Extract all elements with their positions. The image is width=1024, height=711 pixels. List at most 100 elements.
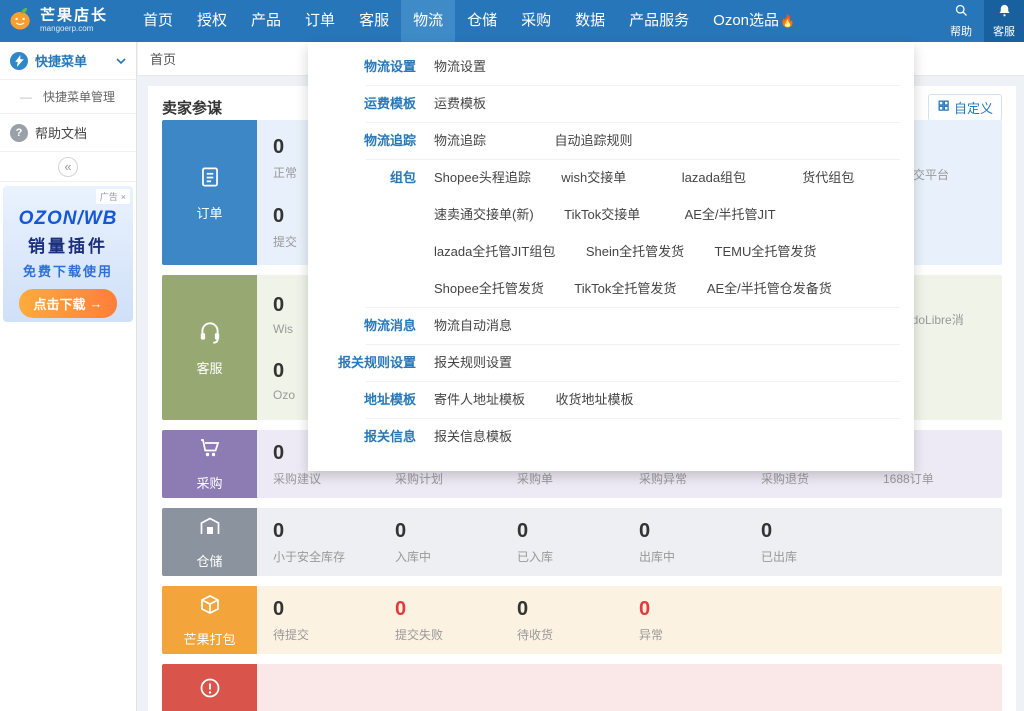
sidebar-item-quick-menu[interactable]: 快捷菜单 (0, 42, 136, 80)
stat-label: 采购异常 (639, 470, 761, 487)
stat-below-safety-stock[interactable]: 0 小于安全库存 (273, 520, 395, 576)
nav-orders[interactable]: 订单 (293, 0, 347, 42)
menu-item-lazada-fbl-jit-packing[interactable]: lazada全托管JIT组包 (434, 233, 555, 270)
ad-tagline: 免费下载使用 (3, 261, 133, 280)
menu-item-logistics-auto-messages[interactable]: 物流自动消息 (434, 307, 524, 344)
stat-outbound-in-progress[interactable]: 0 出库中 (639, 520, 761, 576)
customer-service-tile[interactable]: 客服 (162, 275, 257, 420)
menu-item-ae-warehouse-prep[interactable]: AE全/半托管仓发备货 (707, 270, 832, 307)
tile-label: 采购 (196, 473, 222, 492)
stat-inbound-done[interactable]: 0 已入库 (517, 520, 639, 576)
dropdown-category[interactable]: 报关信息 (308, 418, 434, 455)
nav-ozon-selection[interactable]: Ozon选品🔥 (701, 0, 807, 42)
breadcrumb-home[interactable]: 首页 (150, 49, 176, 68)
dropdown-section-customs-rules: 报关规则设置 报关规则设置 (308, 344, 914, 381)
nav-logistics[interactable]: 物流 (401, 0, 455, 42)
menu-item-logistics-settings[interactable]: 物流设置 (434, 48, 524, 85)
menu-item-auto-tracking-rules[interactable]: 自动追踪规则 (554, 122, 644, 159)
dropdown-category[interactable]: 地址模板 (308, 381, 434, 418)
logo-subtitle: mangoerp.com (40, 25, 108, 34)
stat-inbound-in-progress[interactable]: 0 入库中 (395, 520, 517, 576)
stat-label: 采购建议 (273, 470, 395, 487)
stat-label: 出库中 (639, 548, 761, 565)
nav-product-services[interactable]: 产品服务 (617, 0, 701, 42)
nav-products[interactable]: 产品 (239, 0, 293, 42)
dropdown-category[interactable]: 运费模板 (308, 85, 434, 122)
tile-label: 客服 (196, 358, 222, 377)
menu-item-logistics-tracking[interactable]: 物流追踪 (434, 122, 524, 159)
stat-value: 0 (273, 598, 395, 621)
warehouse-tile[interactable]: 仓储 (162, 508, 257, 576)
quick-menu-label: 快捷菜单 (35, 51, 87, 70)
menu-item-customs-rules-settings[interactable]: 报关规则设置 (434, 344, 524, 381)
service-button[interactable]: 客服 (984, 0, 1024, 42)
quick-menu-manage-label: 快捷菜单管理 (43, 88, 115, 105)
mango-packing-stats: 0 待提交 0 提交失败 0 待收货 0 异常 (257, 586, 761, 654)
stat-label-fragment: 交平台 (913, 166, 949, 183)
menu-item-shopee-first-leg-tracking[interactable]: Shopee头程追踪 (434, 159, 531, 196)
menu-item-tiktok-handover[interactable]: TikTok交接单 (564, 196, 654, 233)
ad-download-button[interactable]: 点击下载 → (19, 289, 116, 318)
dropdown-category[interactable]: 物流消息 (308, 307, 434, 344)
arrow-right-icon: → (90, 296, 103, 311)
stat-value: 0 (517, 598, 639, 621)
sidebar-item-help-docs[interactable]: ? 帮助文档 (0, 114, 136, 152)
dropdown-category[interactable]: 物流设置 (308, 48, 434, 85)
stat-label: 1688订单 (883, 470, 1002, 487)
help-button[interactable]: 帮助 (938, 0, 984, 42)
menu-item-receiver-address-template[interactable]: 收货地址模板 (555, 381, 645, 418)
stat-submit-failed[interactable]: 0 提交失败 (395, 598, 517, 654)
menu-item-aliexpress-handover-new[interactable]: 速卖通交接单(新) (434, 196, 534, 233)
menu-item-sender-address-template[interactable]: 寄件人地址模板 (434, 381, 525, 418)
menu-item-wish-handover[interactable]: wish交接单 (561, 159, 651, 196)
stat-label: 已出库 (761, 548, 883, 565)
dropdown-category[interactable]: 报关规则设置 (308, 344, 434, 381)
orders-tile[interactable]: 订单 (162, 120, 257, 265)
nav-warehouse[interactable]: 仓储 (455, 0, 509, 42)
nav-purchasing[interactable]: 采购 (509, 0, 563, 42)
dropdown-section-shipping-template: 运费模板 运费模板 (308, 85, 914, 122)
nav-customer-service[interactable]: 客服 (347, 0, 401, 42)
dropdown-section-tracking: 物流追踪 物流追踪 自动追踪规则 (308, 122, 914, 159)
stat-label: 采购单 (517, 470, 639, 487)
stat-value: 0 (395, 598, 517, 621)
menu-item-tiktok-fully-managed[interactable]: TikTok全托管发货 (574, 270, 676, 307)
stat-value: 0 (761, 520, 883, 543)
stat-pending-receipt[interactable]: 0 待收货 (517, 598, 639, 654)
order-icon (197, 164, 223, 195)
nav-data[interactable]: 数据 (563, 0, 617, 42)
stat-pending-submit[interactable]: 0 待提交 (273, 598, 395, 654)
search-icon (954, 3, 969, 21)
app-logo[interactable]: 芒果店长 mangoerp.com (0, 0, 131, 42)
menu-item-forwarder-packing[interactable]: 货代组包 (802, 159, 892, 196)
sidebar: 快捷菜单 — 快捷菜单管理 ? 帮助文档 « 广告 × OZON/WB 销量插件… (0, 42, 137, 711)
dropdown-category[interactable]: 组包 (308, 159, 434, 307)
ad-badge: 广告 × (96, 189, 130, 204)
menu-item-shopee-fully-managed[interactable]: Shopee全托管发货 (434, 270, 544, 307)
authorization-expired-tile[interactable]: 授权失效 (162, 664, 257, 711)
mango-packing-tile[interactable]: 芒果打包 (162, 586, 257, 654)
service-label: 客服 (993, 23, 1015, 39)
mango-icon (7, 5, 35, 38)
menu-item-ae-jit[interactable]: AE全/半托管JIT (685, 196, 776, 233)
menu-item-shipping-template[interactable]: 运费模板 (434, 85, 524, 122)
stat-label: 采购计划 (395, 470, 517, 487)
sidebar-collapse-button[interactable]: « (0, 152, 136, 182)
dropdown-category[interactable]: 物流追踪 (308, 122, 434, 159)
stat-label: 采购退货 (761, 470, 883, 487)
menu-item-lazada-packing[interactable]: lazada组包 (682, 159, 772, 196)
menu-item-temu-fully-managed[interactable]: TEMU全托管发货 (715, 233, 817, 270)
customize-button[interactable]: 自定义 (928, 94, 1002, 121)
purchasing-tile[interactable]: 采购 (162, 430, 257, 498)
help-label: 帮助 (950, 23, 972, 39)
ad-close-icon[interactable]: × (121, 192, 126, 202)
stat-exceptions[interactable]: 0 异常 (639, 598, 761, 654)
menu-item-shein-fully-managed[interactable]: Shein全托管发货 (586, 233, 684, 270)
menu-item-customs-info-template[interactable]: 报关信息模板 (434, 418, 524, 455)
nav-authorization[interactable]: 授权 (185, 0, 239, 42)
stat-outbound-done[interactable]: 0 已出库 (761, 520, 883, 576)
nav-home[interactable]: 首页 (131, 0, 185, 42)
ad-banner[interactable]: 广告 × OZON/WB 销量插件 免费下载使用 点击下载 → (3, 186, 133, 322)
logistics-dropdown-menu: 物流设置 物流设置 运费模板 运费模板 物流追踪 物流追踪 自动追踪规则 组包 … (308, 42, 914, 471)
sidebar-item-quick-menu-manage[interactable]: — 快捷菜单管理 (0, 80, 136, 114)
